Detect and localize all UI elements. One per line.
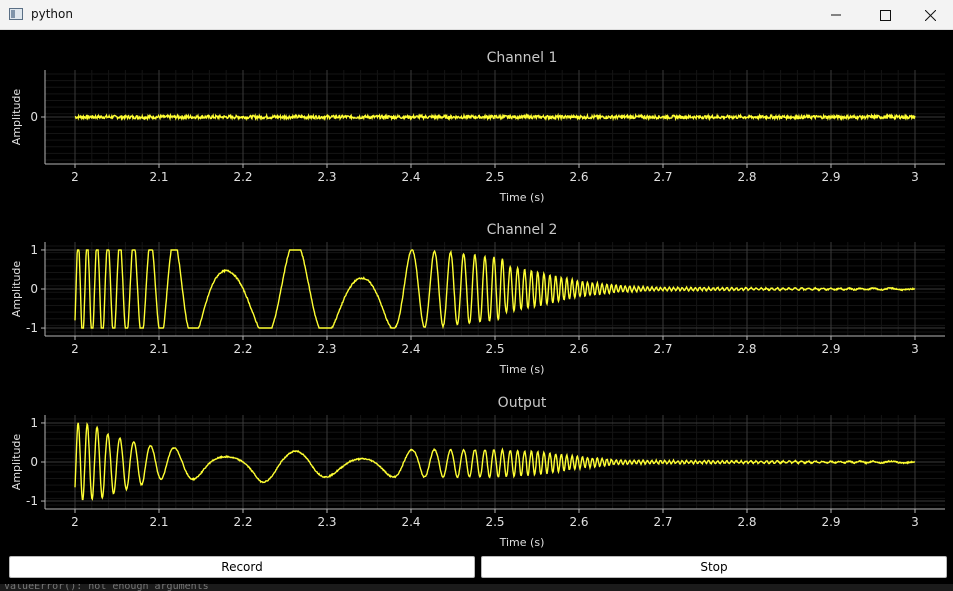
x-tick-label: 2.3 bbox=[317, 170, 336, 184]
x-tick-label: 2.9 bbox=[821, 170, 840, 184]
window-title: python bbox=[31, 7, 73, 21]
x-tick-label: 2 bbox=[71, 515, 79, 529]
chart-title: Output bbox=[498, 395, 547, 411]
x-tick-label: 2 bbox=[71, 342, 79, 356]
x-tick-label: 2.8 bbox=[737, 342, 756, 356]
maximize-icon bbox=[879, 9, 891, 21]
stop-button[interactable]: Stop bbox=[481, 556, 947, 578]
chart-panel: Output 2 2.1 2.2 2.3 2.4 2.5 2.6 2.7 2.8 2.9 3 1 0 -1 T… bbox=[10, 395, 945, 549]
x-axis-label: Time (s) bbox=[499, 191, 545, 204]
y-tick-label: 0 bbox=[30, 455, 38, 469]
python-app-icon bbox=[9, 8, 23, 20]
plots-area: Channel 1 2 2.1 2.2 2.3 2.4 2.5 2.6 2.7 2.8 2.9 3 0 T… bbox=[10, 50, 945, 549]
x-tick-label: 2 bbox=[71, 170, 79, 184]
y-axis-label: Amplitude bbox=[10, 434, 23, 491]
x-tick-label: 2.6 bbox=[569, 342, 588, 356]
x-axis-label: Time (s) bbox=[499, 536, 545, 549]
x-tick-label: 3 bbox=[911, 515, 919, 529]
close-icon bbox=[924, 9, 936, 21]
minimize-icon bbox=[831, 14, 841, 16]
x-tick-label: 2.3 bbox=[317, 342, 336, 356]
x-tick-label: 2.7 bbox=[653, 342, 672, 356]
y-axis-label: Amplitude bbox=[10, 89, 23, 146]
minimize-button[interactable] bbox=[813, 0, 859, 30]
x-tick-label: 2.7 bbox=[653, 170, 672, 184]
y-tick-label: -1 bbox=[26, 321, 38, 335]
x-tick-label: 2.1 bbox=[149, 342, 168, 356]
x-tick-label: 2.8 bbox=[737, 515, 756, 529]
y-tick-label: 1 bbox=[30, 416, 38, 430]
x-tick-label: 2.4 bbox=[401, 170, 420, 184]
x-tick-label: 2.2 bbox=[233, 342, 252, 356]
x-tick-label: 2.3 bbox=[317, 515, 336, 529]
x-tick-label: 2.1 bbox=[149, 515, 168, 529]
y-tick-label: -1 bbox=[26, 494, 38, 508]
x-tick-label: 2.4 bbox=[401, 515, 420, 529]
maximize-button[interactable] bbox=[862, 0, 908, 30]
x-tick-label: 2.2 bbox=[233, 515, 252, 529]
chart-title: Channel 1 bbox=[487, 50, 558, 66]
y-tick-label: 0 bbox=[30, 110, 38, 124]
console-output: ValueError(): not enough arguments bbox=[0, 584, 953, 591]
x-tick-label: 2.7 bbox=[653, 515, 672, 529]
x-tick-label: 2.4 bbox=[401, 342, 420, 356]
x-tick-label: 2.6 bbox=[569, 170, 588, 184]
x-tick-label: 2.9 bbox=[821, 515, 840, 529]
x-tick-label: 3 bbox=[911, 342, 919, 356]
x-tick-label: 2.8 bbox=[737, 170, 756, 184]
close-button[interactable] bbox=[907, 0, 953, 30]
x-tick-label: 2.5 bbox=[485, 342, 504, 356]
record-button[interactable]: Record bbox=[9, 556, 475, 578]
x-tick-label: 2.2 bbox=[233, 170, 252, 184]
x-tick-label: 2.5 bbox=[485, 170, 504, 184]
x-tick-label: 2.9 bbox=[821, 342, 840, 356]
y-axis-label: Amplitude bbox=[10, 261, 23, 318]
title-bar: python bbox=[0, 0, 953, 30]
x-axis-label: Time (s) bbox=[499, 363, 545, 376]
y-tick-label: 0 bbox=[30, 282, 38, 296]
chart-panel: Channel 1 2 2.1 2.2 2.3 2.4 2.5 2.6 2.7 2.8 2.9 3 0 T… bbox=[10, 50, 945, 204]
chart-title: Channel 2 bbox=[487, 222, 558, 238]
y-tick-label: 1 bbox=[30, 243, 38, 257]
x-tick-label: 2.5 bbox=[485, 515, 504, 529]
x-tick-label: 2.1 bbox=[149, 170, 168, 184]
chart-panel: Channel 2 2 2.1 2.2 2.3 2.4 2.5 2.6 2.7 2.8 2.9 3 1 0… bbox=[10, 222, 945, 376]
x-tick-label: 3 bbox=[911, 170, 919, 184]
x-tick-label: 2.6 bbox=[569, 515, 588, 529]
